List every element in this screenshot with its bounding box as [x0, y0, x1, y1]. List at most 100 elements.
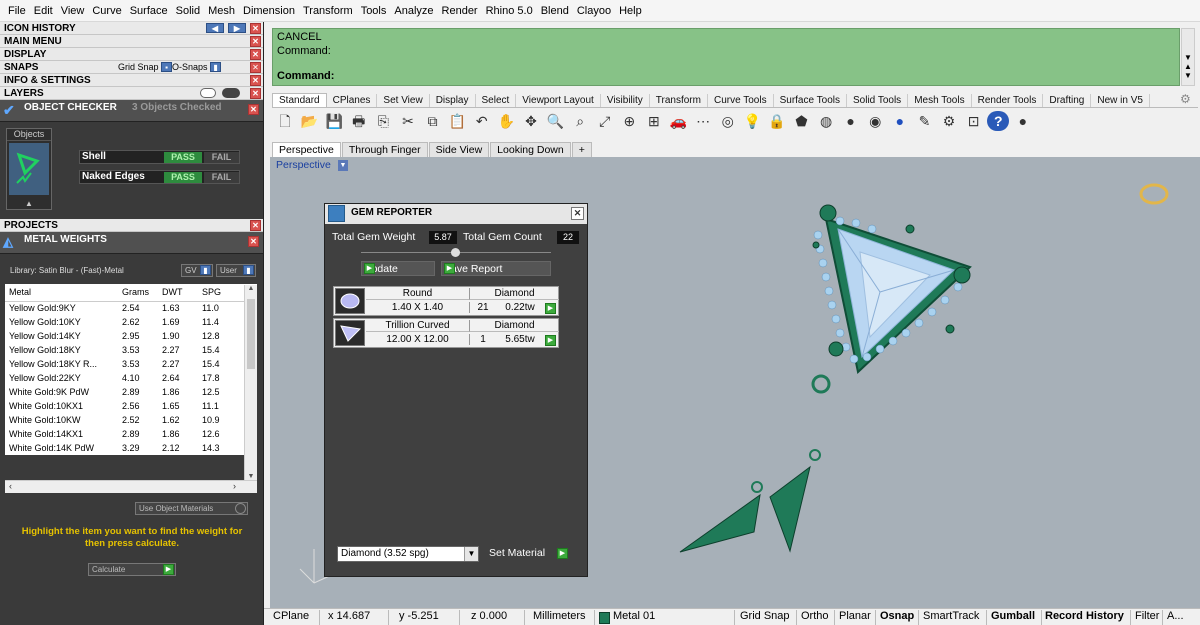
- play-icon[interactable]: ▶: [444, 263, 455, 274]
- scroll-left-icon[interactable]: ‹: [9, 481, 12, 491]
- save-report-button[interactable]: Save Report ▶: [441, 261, 551, 276]
- calculate-field[interactable]: Calculate ▶: [88, 563, 176, 576]
- eye-icon[interactable]: [200, 88, 216, 98]
- status-gumball[interactable]: Gumball: [991, 610, 1035, 622]
- table-horizontal-scrollbar[interactable]: ‹ ›: [5, 480, 257, 493]
- gem-reporter-titlebar[interactable]: GEM REPORTER ✕: [325, 204, 587, 224]
- toolbar-tab-curve-tools[interactable]: Curve Tools: [708, 94, 774, 107]
- menu-item-view[interactable]: View: [57, 5, 89, 17]
- scroll-right-icon[interactable]: ›: [233, 481, 236, 491]
- select-points-icon[interactable]: ⋯: [692, 111, 714, 131]
- calculate-button[interactable]: ▶: [163, 564, 174, 575]
- update-button[interactable]: Update ▶: [361, 261, 435, 276]
- grid-points-icon[interactable]: ⊡: [963, 111, 985, 131]
- table-row[interactable]: White Gold:10KW 2.52 1.62 10.9: [5, 413, 257, 427]
- section-projects[interactable]: PROJECTS ✕: [0, 219, 263, 232]
- grid-snap-toggle[interactable]: Grid Snap ▪: [118, 62, 173, 73]
- status-more[interactable]: A...: [1167, 610, 1184, 622]
- scroll-down-icon[interactable]: ▼: [245, 473, 257, 480]
- rotate-view-icon[interactable]: ✥: [520, 111, 542, 131]
- menu-item-file[interactable]: File: [4, 5, 30, 17]
- material-select[interactable]: Diamond (3.52 spg) ▼: [337, 546, 479, 562]
- table-row[interactable]: White Gold:14K PdW 3.29 2.12 14.3: [5, 441, 257, 455]
- section-info-settings[interactable]: INFO & SETTINGS ✕: [0, 74, 263, 87]
- menu-item-curve[interactable]: Curve: [88, 5, 125, 17]
- toolbar-tab-visibility[interactable]: Visibility: [601, 94, 650, 107]
- perspective-viewport[interactable]: Perspective ▼ GEM REPORTER ✕ Total Gem W…: [270, 157, 1200, 608]
- toolbar-tab-drafting[interactable]: Drafting: [1043, 94, 1092, 107]
- sphere-shaded-icon[interactable]: ●: [840, 111, 862, 131]
- set-material-button[interactable]: Set Material ▶: [485, 546, 571, 562]
- eye-closed-icon[interactable]: [222, 88, 240, 98]
- viewport-tab-perspective[interactable]: Perspective: [272, 142, 341, 157]
- menu-item-blend[interactable]: Blend: [537, 5, 573, 17]
- table-row[interactable]: White Gold:9K PdW 2.89 1.86 12.5: [5, 385, 257, 399]
- menu-item-solid[interactable]: Solid: [172, 5, 204, 17]
- black-sphere-icon[interactable]: ●: [1012, 111, 1034, 131]
- status-planar[interactable]: Planar: [839, 610, 871, 622]
- chevron-down-icon[interactable]: ▼: [1182, 53, 1194, 62]
- close-icon[interactable]: ✕: [250, 62, 261, 73]
- status-ortho[interactable]: Ortho: [801, 610, 829, 622]
- section-display[interactable]: DISPLAY ✕: [0, 48, 263, 61]
- paste-icon[interactable]: 📋: [446, 111, 468, 131]
- status-record-history[interactable]: Record History: [1045, 610, 1124, 622]
- gv-icon[interactable]: ▮: [200, 265, 211, 275]
- gv-toggle[interactable]: GV ▮: [181, 264, 213, 277]
- arrow-right-icon[interactable]: ▶: [228, 23, 246, 33]
- status-osnap[interactable]: Osnap: [880, 610, 914, 622]
- close-icon[interactable]: ✕: [248, 104, 259, 115]
- grid-snap-icon[interactable]: ▪: [161, 62, 173, 73]
- user-icon[interactable]: ▮: [243, 265, 254, 275]
- scroll-down-icon[interactable]: ▼: [1182, 71, 1194, 80]
- toolbar-tab-surface-tools[interactable]: Surface Tools: [774, 94, 847, 107]
- toolbar-tab-display[interactable]: Display: [430, 94, 476, 107]
- toolbar-tab-new-in-v5[interactable]: New in V5: [1091, 94, 1150, 107]
- section-main-menu[interactable]: MAIN MENU ✕: [0, 35, 263, 48]
- undo-icon[interactable]: ↶: [471, 111, 493, 131]
- layer-material-icon[interactable]: ⬟: [790, 111, 812, 131]
- expand-up-icon[interactable]: ▲: [7, 199, 51, 208]
- status-grid-snap[interactable]: Grid Snap: [740, 610, 790, 622]
- circle-tool-icon[interactable]: ◎: [717, 111, 739, 131]
- gear-icon[interactable]: ⚙: [1180, 92, 1191, 106]
- menu-item-transform[interactable]: Transform: [299, 5, 357, 17]
- menu-item-surface[interactable]: Surface: [126, 5, 172, 17]
- toolbar-tab-select[interactable]: Select: [476, 94, 517, 107]
- section-icon-history[interactable]: ICON HISTORY ◀ ▶ ✕: [0, 22, 263, 35]
- play-icon[interactable]: ▶: [545, 335, 556, 346]
- close-icon[interactable]: ✕: [571, 207, 584, 220]
- new-file-icon[interactable]: 🗋: [274, 111, 296, 131]
- command-scrollbar[interactable]: ▼ ▲ ▼: [1181, 28, 1195, 86]
- o-snaps-toggle[interactable]: O-Snaps ▮: [172, 62, 222, 73]
- close-icon[interactable]: ✕: [250, 88, 261, 99]
- toolbar-tab-set-view[interactable]: Set View: [377, 94, 430, 107]
- zoom-window-icon[interactable]: ⌕: [569, 111, 591, 131]
- menu-item-edit[interactable]: Edit: [30, 5, 57, 17]
- four-views-icon[interactable]: ⊞: [643, 111, 665, 131]
- column-header[interactable]: Metal: [5, 284, 118, 302]
- toolbar-tab-transform[interactable]: Transform: [650, 94, 708, 107]
- gem-row[interactable]: Round Diamond 1.40 X 1.40 21 0.22tw ▶: [333, 286, 559, 316]
- play-icon[interactable]: ▶: [557, 548, 568, 559]
- objects-preview[interactable]: Objects ▲: [6, 128, 52, 210]
- lock-icon[interactable]: 🔒: [766, 111, 788, 131]
- add-tab-icon[interactable]: +: [571, 142, 592, 157]
- menu-item-tools[interactable]: Tools: [357, 5, 391, 17]
- close-icon[interactable]: ✕: [250, 75, 261, 86]
- table-row[interactable]: Yellow Gold:18KY 3.53 2.27 15.4: [5, 343, 257, 357]
- command-area[interactable]: CANCEL Command: Command:: [272, 28, 1180, 86]
- pan-icon[interactable]: ✋: [495, 111, 517, 131]
- cut-icon[interactable]: ✂: [397, 111, 419, 131]
- radio-icon[interactable]: [235, 503, 246, 514]
- table-row[interactable]: White Gold:14KX1 2.89 1.86 12.6: [5, 427, 257, 441]
- menu-item-help[interactable]: Help: [615, 5, 646, 17]
- menu-item-mesh[interactable]: Mesh: [204, 5, 239, 17]
- menu-item-rhino-5-0[interactable]: Rhino 5.0: [482, 5, 537, 17]
- menu-item-analyze[interactable]: Analyze: [390, 5, 437, 17]
- sphere-blue-icon[interactable]: ●: [889, 111, 911, 131]
- status-smarttrack[interactable]: SmartTrack: [923, 610, 979, 622]
- toolbar-tab-viewport-layout[interactable]: Viewport Layout: [516, 94, 601, 107]
- gear-multiple-icon[interactable]: ⚙: [938, 111, 960, 131]
- close-icon[interactable]: ✕: [250, 36, 261, 47]
